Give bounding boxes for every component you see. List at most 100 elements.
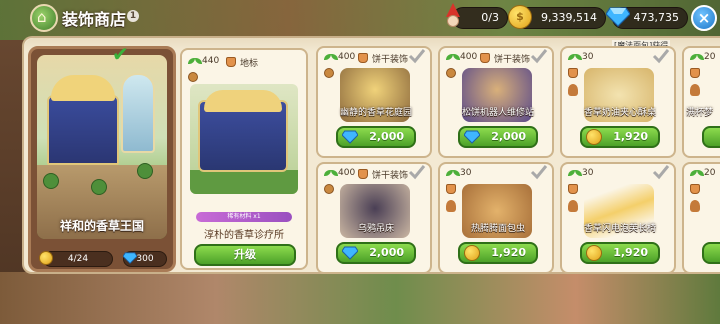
item-sprout-count: 30 (460, 168, 472, 178)
buy-button[interactable]: 1,920 (580, 126, 660, 148)
shop-item-card[interactable]: 30 香草闪电泡芙长椅 1,920 (560, 162, 676, 274)
item-price: 1,920 (491, 246, 526, 259)
item-name: 满杯梦 (686, 108, 714, 118)
coin-icon: $ (508, 5, 532, 29)
shop-item-card[interactable]: 30 热腾腾面包虫 1,920 (438, 162, 554, 274)
shop-item-card[interactable]: 30 香草奶油夹心酥桌 1,920 (560, 46, 676, 158)
featured-tag: 地标 (240, 59, 259, 69)
pot-icon (568, 68, 578, 78)
check-icon (652, 165, 670, 180)
gem-icon (342, 130, 358, 144)
cookie-icon (324, 184, 334, 194)
shop-item-card-partial[interactable]: 20 满杯梦 (682, 46, 720, 158)
check-icon (530, 165, 548, 180)
buy-button[interactable]: 1,920 (580, 242, 660, 264)
kingdom-coin-progress: 4/24 (43, 251, 113, 267)
sprout-icon (568, 54, 582, 64)
gingerbread-icon (690, 200, 700, 212)
item-sprout-count: 30 (582, 52, 594, 62)
coin-icon (39, 251, 53, 265)
coin-icon (464, 245, 480, 261)
sprout-icon (324, 170, 338, 180)
gnome-count-text: 0/3 (481, 11, 499, 24)
item-price: 1,920 (613, 130, 648, 143)
sprout-icon (446, 170, 460, 180)
sprout-icon (568, 170, 582, 180)
featured-sprout-count: 440 (202, 56, 220, 66)
pot-icon (226, 57, 236, 67)
coin-count-text: 9,339,514 (541, 11, 597, 24)
sprout-icon (690, 170, 704, 180)
kingdom-stats: 4/24 300 (37, 251, 167, 269)
gingerbread-icon (568, 200, 578, 212)
pot-icon (446, 184, 456, 194)
item-sprout-count: 400 (460, 52, 478, 62)
kingdom-card[interactable]: 祥和的香草王国 4/24 300 (28, 46, 176, 272)
featured-name: 淳朴的香草诊疗所 (204, 230, 284, 241)
coin-icon (586, 129, 602, 145)
item-price: 2,000 (369, 246, 404, 259)
buy-button[interactable]: 2,000 (336, 126, 416, 148)
top-bar: ⌂ 装饰商店 1 0/3 9,339,514 $ 473,735 × (0, 0, 720, 36)
shop-item-card[interactable]: 400 饼干装饰 幽静的香草花庭园 2,000 (316, 46, 432, 158)
gingerbread-icon (446, 200, 456, 212)
gingerbread-icon (690, 84, 700, 96)
material-bar: 稀有材料 x1 (196, 212, 292, 222)
pot-icon (480, 53, 490, 63)
check-icon: ✔ (112, 42, 129, 66)
gem-icon (606, 7, 630, 27)
item-sprout-count: 400 (338, 168, 356, 178)
gem-count-text: 473,735 (633, 11, 680, 24)
cookie-icon (446, 68, 456, 78)
sprout-icon (446, 54, 460, 64)
item-category: 饼干装饰 (494, 55, 531, 65)
check-icon (408, 49, 426, 64)
cookie-icon (324, 68, 334, 78)
coin-icon (586, 245, 602, 261)
page-title: 装饰商店 (62, 10, 127, 29)
shop-item-card-partial[interactable]: 20 (682, 162, 720, 274)
buy-button[interactable]: 1,920 (458, 242, 538, 264)
info-icon[interactable]: 1 (127, 10, 139, 22)
item-name: 香草奶油夹心酥桌 (583, 108, 656, 118)
gnome-icon (442, 3, 464, 29)
item-name: 幽静的香草花庭园 (339, 108, 412, 118)
sprout-icon (324, 54, 338, 64)
item-sprout-count: 400 (338, 52, 356, 62)
item-sprout-count: 30 (582, 168, 594, 178)
kingdom-name: 祥和的香草王国 (59, 219, 144, 233)
shop-item-card[interactable]: 400 饼干装饰 松饼机器人维修站 2,000 (438, 46, 554, 158)
kingdom-image (37, 55, 167, 239)
pot-icon (568, 184, 578, 194)
buy-button[interactable] (702, 242, 720, 264)
item-name: 香草闪电泡芙长椅 (583, 224, 656, 234)
item-price: 2,000 (369, 130, 404, 143)
check-icon (530, 49, 548, 64)
shop-icon: ⌂ (30, 4, 58, 32)
shop-item-card[interactable]: 400 饼干装饰 乌鸦吊床 2,000 (316, 162, 432, 274)
item-sprout-count: 20 (704, 168, 716, 178)
upgrade-button[interactable]: 升级 (194, 244, 296, 266)
item-name: 热腾腾面包虫 (470, 224, 525, 234)
featured-building-image (190, 84, 298, 194)
close-button[interactable]: × (691, 5, 717, 31)
gem-icon (342, 246, 358, 260)
item-price: 2,000 (491, 130, 526, 143)
item-category: 饼干装饰 (372, 55, 409, 65)
cookie-icon (188, 72, 198, 82)
screen: ⌂ 装饰商店 1 0/3 9,339,514 $ 473,735 × 祥和的香草… (0, 0, 720, 324)
item-name: 松饼机器人维修站 (461, 108, 534, 118)
sprout-icon (188, 58, 202, 68)
sprout-icon (690, 54, 704, 64)
background-garden-bottom (0, 272, 720, 324)
buy-button[interactable]: 2,000 (458, 126, 538, 148)
gem-icon (464, 130, 480, 144)
pot-icon (690, 184, 700, 194)
check-icon (408, 165, 426, 180)
item-name: 乌鸦吊床 (357, 224, 394, 234)
buy-button[interactable]: 2,000 (336, 242, 416, 264)
pot-icon (358, 53, 368, 63)
check-icon (652, 49, 670, 64)
item-price: 1,920 (613, 246, 648, 259)
buy-button[interactable] (702, 126, 720, 148)
